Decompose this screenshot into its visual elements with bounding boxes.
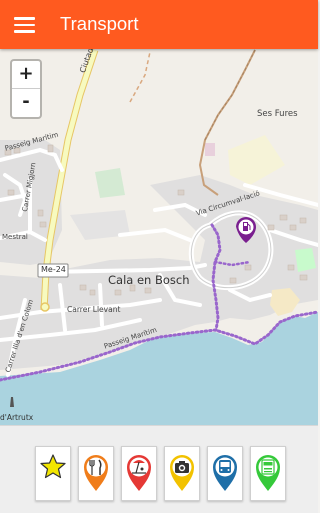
road-shield-me24: Me-24 — [41, 265, 66, 274]
map-view[interactable]: Ciutadella Ses Fures Passeig Marítim Car… — [0, 49, 318, 425]
category-favorites-button[interactable] — [35, 446, 71, 501]
street-label-carrer-llevant: Carrer Llevant — [67, 305, 121, 314]
hamburger-menu-icon[interactable] — [12, 12, 38, 38]
app-bar: Transport — [0, 0, 318, 49]
category-beaches-button[interactable] — [121, 446, 157, 501]
zoom-control: + - — [10, 59, 42, 119]
place-label-artrutx: d'Artrutx — [0, 413, 34, 422]
place-label-ses-fures: Ses Fures — [257, 109, 298, 119]
map-canvas[interactable] — [0, 49, 318, 425]
zoom-in-button[interactable]: + — [12, 61, 40, 89]
category-atm-button[interactable] — [250, 446, 286, 501]
bus-icon — [213, 455, 237, 491]
zoom-out-button[interactable]: - — [12, 89, 40, 116]
street-label-mestral: Mestral — [2, 233, 28, 241]
atm-icon — [256, 455, 280, 491]
page-title: Transport — [60, 13, 139, 34]
category-transport-button[interactable] — [207, 446, 243, 501]
town-label-cala-en-bosch: Cala en Bosch — [108, 273, 190, 287]
beach-icon — [127, 455, 151, 491]
category-photo-button[interactable] — [164, 446, 200, 501]
category-bar — [0, 425, 318, 513]
star-icon — [40, 454, 66, 479]
category-restaurants-button[interactable] — [78, 446, 114, 501]
fork-knife-icon — [84, 455, 108, 491]
camera-icon — [170, 455, 194, 491]
